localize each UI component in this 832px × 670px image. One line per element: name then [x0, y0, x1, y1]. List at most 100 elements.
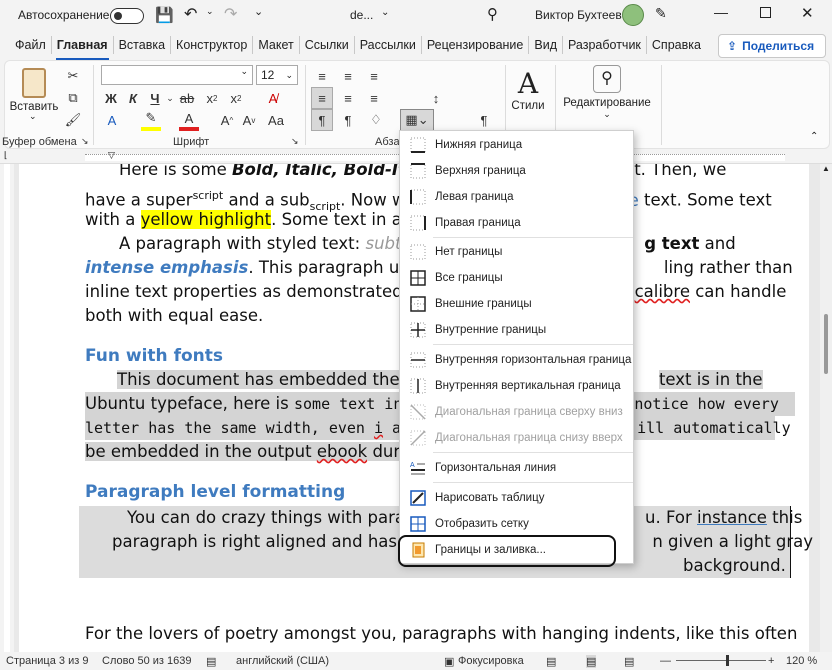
tab-stop-marker-icon[interactable]: ⌊ — [4, 150, 8, 161]
align-center-icon[interactable]: ≡ — [337, 87, 359, 109]
undo-dropdown-icon[interactable]: ⌄ — [206, 6, 214, 17]
focus-label[interactable]: Фокусировка — [458, 655, 524, 667]
collapse-ribbon-icon[interactable]: ⌃ — [810, 131, 818, 142]
vertical-ruler[interactable] — [0, 164, 14, 652]
menu-item-border-all[interactable]: Все границы — [400, 265, 633, 291]
text-run: inline text properties as demonstrated — [85, 282, 403, 301]
tab-mailings[interactable]: Рассылки — [355, 36, 422, 54]
menu-item-border-left[interactable]: Левая граница — [400, 184, 633, 210]
italic-button[interactable]: К — [123, 87, 143, 109]
ltr-icon[interactable]: ¶ — [311, 109, 333, 131]
styles-button[interactable]: A Стили — [505, 65, 551, 133]
avatar[interactable] — [622, 4, 644, 26]
redo-icon[interactable]: ↷ — [224, 4, 237, 24]
minimize-icon[interactable]: — — [714, 4, 728, 20]
share-button[interactable]: ⇪ Поделиться — [718, 34, 826, 58]
indent-marker-icon[interactable]: ▽ — [108, 150, 115, 161]
superscript-button[interactable]: x2 — [225, 87, 247, 109]
customize-qat-icon[interactable]: ⌄ — [254, 5, 263, 18]
focus-icon[interactable]: ▣ — [444, 655, 454, 668]
underline-button[interactable]: Ч — [145, 87, 165, 109]
doc-name-chevron-icon[interactable]: ⌄ — [381, 7, 389, 18]
font-size-select[interactable]: 12 ⌄ — [256, 65, 298, 85]
menu-item-view-gridlines[interactable]: Отобразить сетку — [400, 511, 633, 537]
tab-view[interactable]: Вид — [529, 36, 563, 54]
page-count[interactable]: Страница 3 из 9 — [6, 655, 88, 667]
dialog-launcher-icon[interactable]: ↘ — [291, 136, 299, 147]
paste-dropdown-icon[interactable]: ⌄ — [29, 111, 37, 122]
undo-icon[interactable]: ↶ — [184, 4, 197, 24]
borders-button[interactable]: ▦⌄ — [400, 109, 434, 131]
scrollbar[interactable]: ▲ — [820, 164, 832, 652]
zoom-in-icon[interactable]: + — [768, 655, 774, 667]
rtl-icon[interactable]: ¶ — [337, 109, 359, 131]
editing-button[interactable]: ⚲ Редактирование ⌄ — [557, 65, 657, 133]
show-marks-icon[interactable]: ¶ — [473, 109, 495, 131]
word-count[interactable]: Слово 50 из 1639 — [102, 655, 192, 667]
menu-item-border-right[interactable]: Правая граница — [400, 210, 633, 236]
dialog-launcher-icon[interactable]: ↘ — [81, 136, 89, 147]
zoom-level[interactable]: 120 % — [786, 655, 817, 667]
document-name[interactable]: de... — [350, 8, 373, 22]
multilevel-list-icon[interactable]: ≡ — [363, 65, 385, 87]
font-name-select[interactable]: ⌄ — [101, 65, 253, 85]
text-effects-icon[interactable]: A — [101, 109, 123, 131]
tab-file[interactable]: Файл — [10, 36, 52, 54]
zoom-slider[interactable] — [676, 655, 766, 666]
read-mode-icon[interactable]: ▤ — [546, 655, 556, 668]
scroll-thumb[interactable] — [824, 314, 828, 374]
shrink-font-icon[interactable]: Av — [239, 109, 259, 131]
language-label[interactable]: английский (США) — [236, 655, 329, 667]
menu-item-border-inside[interactable]: Внутренние границы — [400, 317, 633, 343]
tab-review[interactable]: Рецензирование — [422, 36, 530, 54]
shading-icon[interactable]: ♢ — [365, 109, 387, 131]
numbering-icon[interactable]: ≡ — [337, 65, 359, 87]
tab-insert[interactable]: Вставка — [114, 36, 172, 54]
subscript-button[interactable]: x2 — [201, 87, 223, 109]
menu-item-border-bottom[interactable]: Нижняя граница — [400, 132, 633, 158]
search-icon[interactable]: ⚲ — [487, 5, 498, 23]
menu-item-border-inside-vertical[interactable]: Внутренняя вертикальная граница — [400, 373, 633, 399]
bullets-icon[interactable]: ≡ — [311, 65, 333, 87]
borders-dropdown-menu: Нижняя граница Верхняя граница Левая гра… — [399, 130, 634, 564]
menu-item-border-top[interactable]: Верхняя граница — [400, 158, 633, 184]
scroll-up-icon[interactable]: ▲ — [820, 164, 832, 173]
proofing-icon[interactable]: ▤ — [206, 655, 216, 668]
grow-font-icon[interactable]: A ^ — [217, 109, 237, 131]
align-left-icon[interactable]: ≡ — [311, 87, 333, 109]
save-icon[interactable]: 💾 — [155, 6, 174, 24]
user-name[interactable]: Виктор Бухтеев — [535, 8, 622, 22]
web-layout-icon[interactable]: ▤ — [624, 655, 634, 668]
menu-item-border-none[interactable]: Нет границы — [400, 239, 633, 265]
tab-help[interactable]: Справка — [647, 36, 706, 54]
tab-home[interactable]: Главная — [52, 36, 114, 61]
pen-icon[interactable]: ✎ — [655, 5, 667, 22]
font-color-icon[interactable]: A — [179, 109, 199, 131]
change-case-icon[interactable]: Aa — [263, 109, 289, 131]
strikethrough-button[interactable]: ab — [177, 87, 197, 109]
menu-item-draw-table[interactable]: Нарисовать таблицу — [400, 485, 633, 511]
close-icon[interactable]: ✕ — [801, 4, 814, 22]
menu-item-horizontal-line[interactable]: A Горизонтальная линия — [400, 455, 633, 481]
underline-dropdown-icon[interactable]: ⌄ — [165, 87, 175, 109]
tab-developer[interactable]: Разработчик — [563, 36, 647, 54]
menu-item-border-outside[interactable]: Внешние границы — [400, 291, 633, 317]
maximize-icon[interactable] — [760, 7, 771, 18]
tab-design[interactable]: Конструктор — [171, 36, 254, 54]
bold-button[interactable]: Ж — [101, 87, 121, 109]
print-layout-icon[interactable]: ▤ — [586, 655, 597, 668]
autosave-toggle[interactable] — [110, 8, 144, 24]
align-right-icon[interactable]: ≡ — [363, 87, 385, 109]
line-spacing-icon[interactable]: ↕ — [425, 87, 447, 109]
editing-label: Редактирование — [563, 97, 651, 109]
cut-icon[interactable]: ✂ — [63, 65, 83, 87]
zoom-out-icon[interactable]: — — [660, 655, 671, 667]
clear-formatting-icon[interactable]: A̸ — [263, 87, 283, 109]
menu-item-border-inside-horizontal[interactable]: Внутренняя горизонтальная граница — [400, 347, 633, 373]
format-painter-icon[interactable]: 🖌 — [63, 109, 83, 131]
highlight-color-icon[interactable]: ✎ — [141, 109, 161, 131]
copy-icon[interactable]: ⧉ — [63, 87, 83, 109]
tab-layout[interactable]: Макет — [253, 36, 300, 54]
tab-references[interactable]: Ссылки — [300, 36, 355, 54]
zoom-thumb[interactable] — [726, 655, 729, 666]
